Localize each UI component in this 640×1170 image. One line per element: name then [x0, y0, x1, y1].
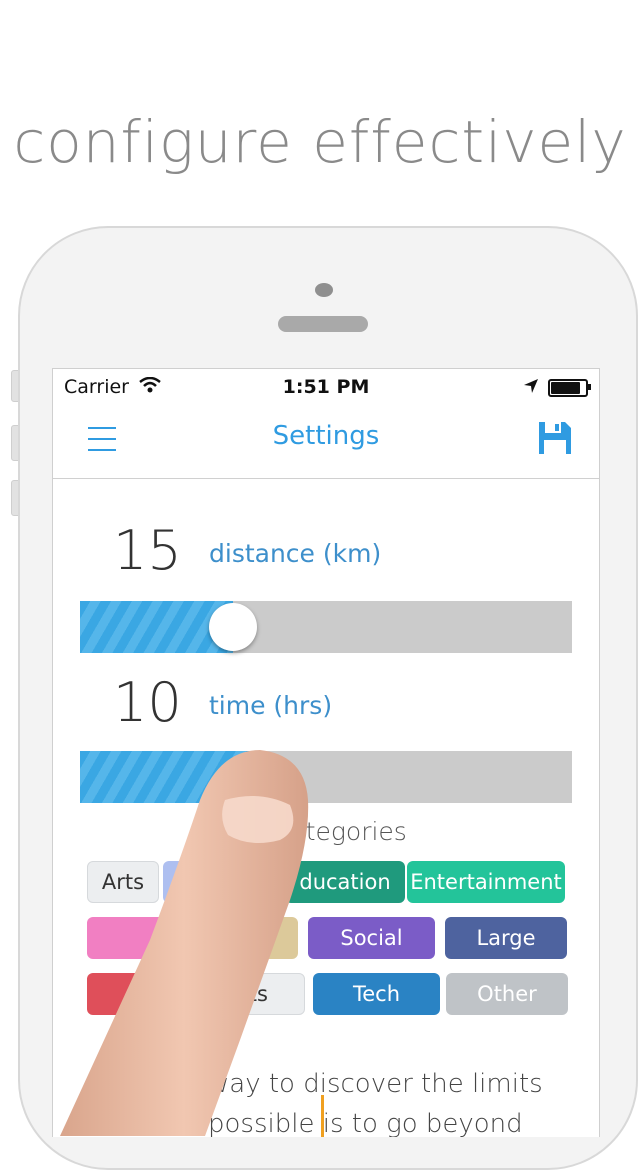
category-chip[interactable]: Large	[445, 917, 567, 959]
category-chip[interactable]: Social	[308, 917, 435, 959]
phone-screen: Carrier 1:51 PM Settings 15 distance (km…	[52, 368, 600, 1137]
page-title: Settings	[272, 421, 380, 451]
distance-slider[interactable]	[80, 601, 572, 653]
category-chip[interactable]: ducation	[285, 861, 405, 903]
category-chip[interactable]	[163, 861, 283, 903]
battery-icon	[548, 379, 588, 397]
headline: configure effectively	[13, 108, 627, 176]
distance-label: distance (km)	[209, 539, 382, 568]
category-chip[interactable]: Other	[446, 973, 568, 1015]
time-slider-fill	[80, 751, 258, 803]
category-chip[interactable]: Entertainment	[407, 861, 565, 903]
category-chip[interactable]: Me	[87, 973, 207, 1015]
battery-tip	[588, 384, 591, 390]
time-value: 10	[113, 671, 182, 734]
category-chip[interactable]: Tech	[313, 973, 440, 1015]
status-bar: Carrier 1:51 PM	[53, 369, 599, 405]
location-arrow-icon	[524, 379, 538, 393]
category-chip[interactable]: Arts	[87, 861, 159, 903]
battery-level	[551, 382, 580, 394]
categories-title: ct categories	[245, 817, 407, 846]
category-chip[interactable]: rts	[203, 973, 305, 1015]
distance-value: 15	[113, 519, 182, 582]
text-cursor	[321, 1095, 324, 1137]
category-chip[interactable]	[203, 917, 298, 959]
time-label: time (hrs)	[209, 691, 333, 720]
front-camera	[315, 283, 333, 297]
navigation-bar: Settings	[53, 405, 599, 479]
status-time: 1:51 PM	[282, 376, 370, 398]
distance-slider-knob[interactable]	[208, 603, 257, 651]
quote-line-1: way to discover the limits	[208, 1069, 543, 1099]
save-floppy-icon[interactable]	[537, 420, 573, 456]
time-slider[interactable]	[80, 751, 572, 803]
earpiece-speaker	[278, 316, 368, 332]
quote-line-2: possible is to go beyond	[208, 1109, 523, 1137]
